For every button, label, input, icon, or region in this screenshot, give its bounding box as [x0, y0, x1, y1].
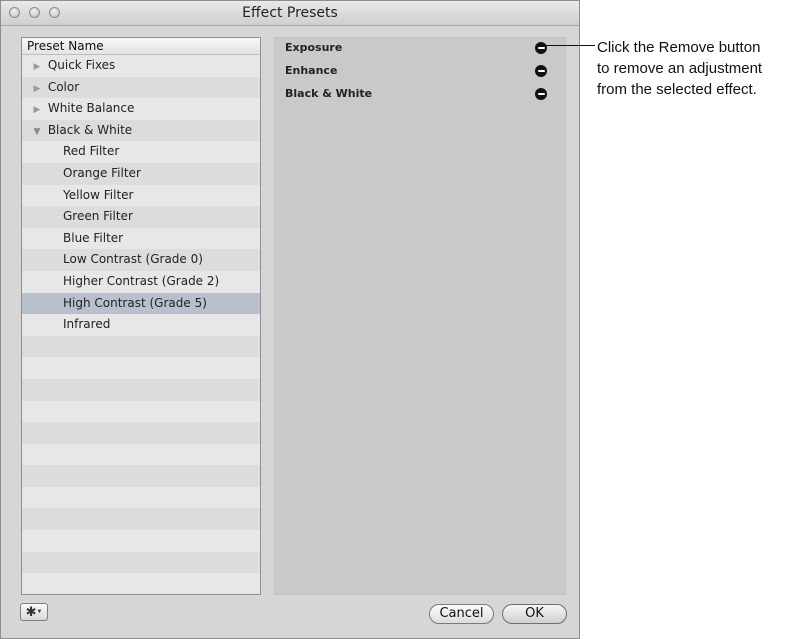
remove-icon[interactable]: [535, 88, 547, 100]
disclosure-triangle-icon[interactable]: ▶: [30, 57, 44, 79]
adjustment-label: Black & White: [285, 87, 373, 100]
preset-label: Color: [47, 79, 80, 94]
action-menu-button[interactable]: ✱▼: [20, 603, 48, 621]
adjustments-panel: Exposure Enhance Black & White: [274, 37, 566, 595]
preset-label: Quick Fixes: [47, 58, 116, 72]
preset-group-quick-fixes[interactable]: ▶ Quick Fixes: [22, 55, 260, 77]
adjustment-row-exposure: Exposure: [285, 39, 547, 57]
disclosure-triangle-icon[interactable]: ▶: [30, 79, 44, 101]
empty-row: [22, 378, 260, 401]
callout-line-2: to remove an adjustment: [597, 60, 763, 77]
disclosure-triangle-icon[interactable]: ▶: [30, 100, 44, 122]
empty-row: [22, 335, 260, 358]
adjustment-row-black-white: Black & White: [285, 85, 547, 103]
callout-line-1: Click the Remove button: [597, 39, 761, 56]
preset-list: Preset Name ▶ Quick Fixes ▶ Color ▶ Whit…: [21, 37, 261, 595]
preset-item[interactable]: Blue Filter: [22, 227, 260, 250]
preset-label: Black & White: [47, 122, 133, 137]
preset-group-color[interactable]: ▶ Color: [22, 76, 260, 101]
window-title: Effect Presets: [242, 5, 338, 21]
empty-row: [22, 422, 260, 444]
adjustment-label: Exposure: [285, 41, 343, 54]
preset-item[interactable]: Infrared: [22, 314, 260, 336]
empty-row: [22, 357, 260, 379]
cancel-button[interactable]: Cancel: [429, 604, 494, 624]
adjustment-label: Enhance: [285, 64, 338, 77]
preset-item[interactable]: Green Filter: [22, 206, 260, 228]
callout-leader-line: [540, 45, 595, 46]
preset-item[interactable]: Yellow Filter: [22, 184, 260, 207]
disclosure-triangle-icon[interactable]: ▼: [30, 122, 44, 144]
empty-row: [22, 443, 260, 466]
title-bar: Effect Presets: [1, 1, 579, 26]
gear-icon: ✱: [25, 604, 37, 619]
callout-annotation: Click the Remove button to remove an adj…: [597, 37, 809, 100]
remove-icon[interactable]: [535, 42, 547, 54]
empty-row: [22, 573, 260, 594]
callout-line-3: from the selected effect.: [597, 81, 757, 98]
preset-item[interactable]: Low Contrast (Grade 0): [22, 249, 260, 271]
remove-icon[interactable]: [535, 65, 547, 77]
preset-group-black-white[interactable]: ▼ Black & White: [22, 119, 260, 144]
chevron-down-icon: ▼: [36, 609, 43, 616]
empty-row: [22, 486, 260, 509]
preset-name-column-header[interactable]: Preset Name: [22, 38, 260, 55]
empty-row: [22, 508, 260, 531]
preset-group-white-balance[interactable]: ▶ White Balance: [22, 98, 260, 120]
preset-item[interactable]: Red Filter: [22, 141, 260, 163]
preset-label: White Balance: [47, 101, 135, 116]
empty-row: [22, 551, 260, 574]
empty-row: [22, 530, 260, 552]
effect-presets-window: Effect Presets Preset Name ▶ Quick Fixes…: [0, 0, 580, 639]
empty-row: [22, 465, 260, 487]
adjustment-row-enhance: Enhance: [285, 62, 547, 80]
preset-item[interactable]: Higher Contrast (Grade 2): [22, 270, 260, 293]
empty-row: [22, 400, 260, 423]
preset-item[interactable]: Orange Filter: [22, 162, 260, 185]
preset-item-selected[interactable]: High Contrast (Grade 5): [22, 292, 260, 315]
ok-button[interactable]: OK: [502, 604, 567, 624]
